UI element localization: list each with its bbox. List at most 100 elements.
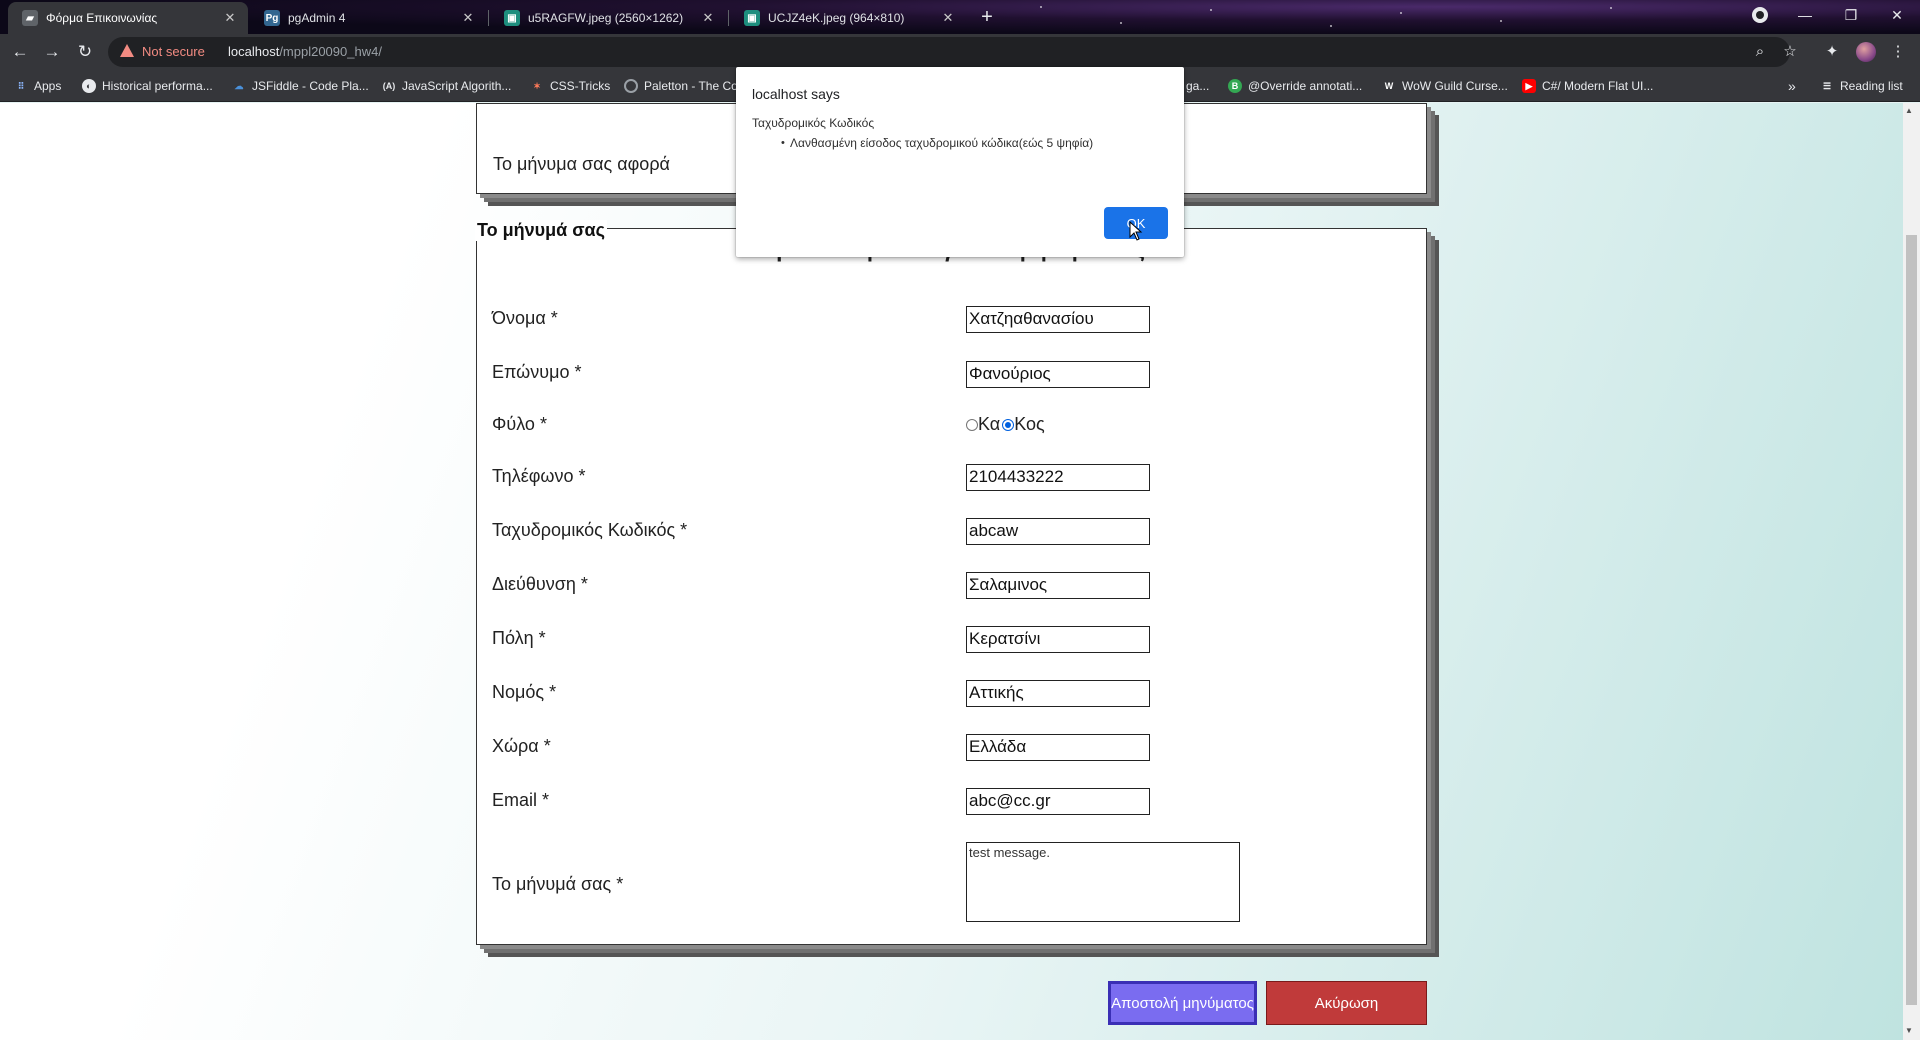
b-icon: B [1228, 79, 1242, 93]
message-textarea[interactable]: test message. [966, 842, 1240, 922]
tab-contact-form[interactable]: ▰ Φόρμα Επικοινωνίας ✕ [8, 2, 248, 34]
address-bar[interactable]: Not secure localhost/mppl20090_hw4/ ⌕ ☆ [108, 37, 1797, 67]
phone-field[interactable]: 2104433222 [966, 464, 1150, 491]
dialog-message-heading: Ταχυδρομικός Κωδικός [752, 116, 875, 130]
close-tab-icon[interactable]: ✕ [700, 10, 716, 26]
algorithm-icon: (A) [382, 81, 396, 91]
bookmark-star-icon[interactable]: ☆ [1780, 42, 1800, 62]
background-star [1610, 7, 1612, 9]
background-star [1210, 9, 1212, 11]
country-field[interactable]: Ελλάδα [966, 734, 1150, 761]
bookmark-jsfiddle[interactable]: ☁ JSFiddle - Code Pla... [232, 77, 369, 95]
address-field[interactable]: Σαλαμινος [966, 572, 1150, 599]
bookmark-label: JSFiddle - Code Pla... [252, 79, 369, 93]
security-label[interactable]: Not secure [142, 44, 205, 59]
bookmark-csharp[interactable]: ▶ C#/ Modern Flat UI... [1522, 77, 1653, 95]
new-tab-button[interactable]: + [975, 6, 999, 30]
reload-icon[interactable]: ↻ [73, 40, 97, 64]
tab-strip: ▰ Φόρμα Επικοινωνίας ✕ Pg pgAdmin 4 ✕ ▣ … [0, 0, 1920, 34]
more-bookmarks-button[interactable]: » [1788, 77, 1796, 95]
dialog-title: localhost says [752, 86, 840, 102]
fieldset-legend: Το μήνυμά σας [475, 220, 607, 241]
phone-label: Τηλέφωνο * [492, 466, 586, 486]
background-star [1120, 22, 1122, 24]
bookmark-js-algorithms[interactable]: (A) JavaScript Algorith... [382, 77, 512, 95]
country-label: Χώρα * [492, 736, 551, 756]
city-field[interactable]: Κερατσίνι [966, 626, 1150, 653]
male-radio-label: Κος [1014, 414, 1045, 434]
address-label: Διεύθυνση * [492, 574, 588, 594]
background-star [1040, 6, 1042, 8]
female-radio-label: Κα [978, 414, 1001, 434]
bookmark-apps[interactable]: ⠿ Apps [14, 77, 62, 95]
browser-toolbar: ← → ↻ Not secure localhost/mppl20090_hw4… [0, 34, 1920, 70]
bookmark-label: @Override annotati... [1248, 79, 1363, 93]
close-tab-icon[interactable]: ✕ [940, 10, 956, 26]
profile-search-icon[interactable] [1740, 0, 1780, 30]
bookmark-label: C#/ Modern Flat UI... [1542, 79, 1654, 93]
reading-list-button[interactable]: ☰ Reading list [1820, 77, 1903, 95]
close-tab-icon[interactable]: ✕ [222, 10, 238, 26]
prefecture-label: Νομός * [492, 682, 557, 702]
minimize-icon[interactable]: — [1782, 0, 1828, 30]
bookmark-ga[interactable]: ga... [1186, 77, 1209, 95]
restore-icon[interactable]: ❐ [1828, 0, 1874, 30]
bookmark-css-tricks[interactable]: ✶ CSS-Tricks [530, 77, 610, 95]
apps-icon: ⠿ [17, 80, 25, 91]
tab-pgadmin[interactable]: Pg pgAdmin 4 ✕ [250, 2, 486, 34]
first-name-field[interactable]: Χατζηαθανασίου [966, 306, 1150, 333]
gender-radio-group: Κα Κος [966, 414, 1045, 435]
menu-icon[interactable]: ⋮ [1888, 42, 1908, 62]
tab-image-2[interactable]: ▣ UCJZ4eK.jpeg (964×810) ✕ [730, 2, 966, 34]
tab-title: pgAdmin 4 [288, 11, 346, 25]
zoom-icon[interactable]: ⌕ [1750, 42, 1770, 62]
bookmark-override[interactable]: B @Override annotati... [1228, 77, 1362, 95]
tab-title: UCJZ4eK.jpeg (964×810) [768, 11, 905, 25]
avatar[interactable] [1856, 42, 1876, 62]
submit-button[interactable]: Αποστολή μηνύματος [1108, 981, 1257, 1025]
tab-image-1[interactable]: ▣ u5RAGFW.jpeg (2560×1262) ✕ [490, 2, 726, 34]
email-label: Email * [492, 790, 550, 810]
mouse-cursor-icon [1129, 220, 1143, 241]
scroll-up-icon[interactable]: ▲ [1905, 106, 1913, 115]
prefecture-field[interactable]: Αττικής [966, 680, 1150, 707]
globe-icon: ◐ [82, 79, 96, 93]
url-host: localhost [228, 44, 280, 59]
scroll-down-icon[interactable]: ▼ [1905, 1026, 1913, 1035]
dialog-message-detail: Λανθασμένη είσοδος ταχυδρομικού κώδικα(ε… [790, 136, 1094, 150]
female-radio[interactable] [966, 418, 978, 431]
bookmark-wow[interactable]: W WoW Guild Curse... [1382, 77, 1508, 95]
last-name-field[interactable]: Φανούριος [966, 361, 1150, 388]
url-text[interactable]: localhost/mppl20090_hw4/ [228, 44, 382, 59]
reading-list-icon: ☰ [1822, 80, 1832, 91]
city-label: Πόλη * [492, 628, 546, 648]
alert-dialog: localhost says Ταχυδρομικός Κωδικός • Λα… [736, 67, 1184, 257]
bookmark-label: Historical performa... [102, 79, 213, 93]
star-icon: ✶ [533, 80, 541, 91]
first-name-label: Όνομα * [492, 308, 558, 328]
bookmark-label: Paletton - The Co [644, 79, 738, 93]
extensions-icon[interactable]: ✦ [1822, 42, 1842, 62]
bookmark-label: Apps [34, 79, 62, 93]
postal-code-field[interactable]: abcaw [966, 518, 1150, 545]
message-label: Το μήνυμά σας * [492, 874, 624, 894]
forward-icon[interactable]: → [40, 40, 64, 64]
w-icon: W [1384, 81, 1394, 91]
close-tab-icon[interactable]: ✕ [460, 10, 476, 26]
scrollbar-thumb[interactable] [1906, 235, 1917, 1005]
tab-separator [488, 10, 489, 26]
close-window-icon[interactable]: ✕ [1874, 0, 1920, 30]
cancel-button[interactable]: Ακύρωση [1266, 981, 1427, 1025]
page-icon: ▰ [22, 10, 38, 26]
bookmark-label: ga... [1186, 79, 1210, 93]
male-radio[interactable] [1002, 418, 1015, 431]
bookmark-historical[interactable]: ◐ Historical performa... [82, 77, 213, 95]
bookmark-paletton[interactable]: Paletton - The Co [624, 77, 738, 95]
bookmark-label: JavaScript Algorith... [402, 79, 512, 93]
bullet-icon: • [781, 137, 785, 149]
pgadmin-icon: Pg [264, 10, 280, 26]
gender-label: Φύλο * [492, 414, 547, 434]
background-star [1500, 20, 1502, 22]
back-icon[interactable]: ← [8, 40, 32, 64]
email-field[interactable]: abc@cc.gr [966, 788, 1150, 815]
